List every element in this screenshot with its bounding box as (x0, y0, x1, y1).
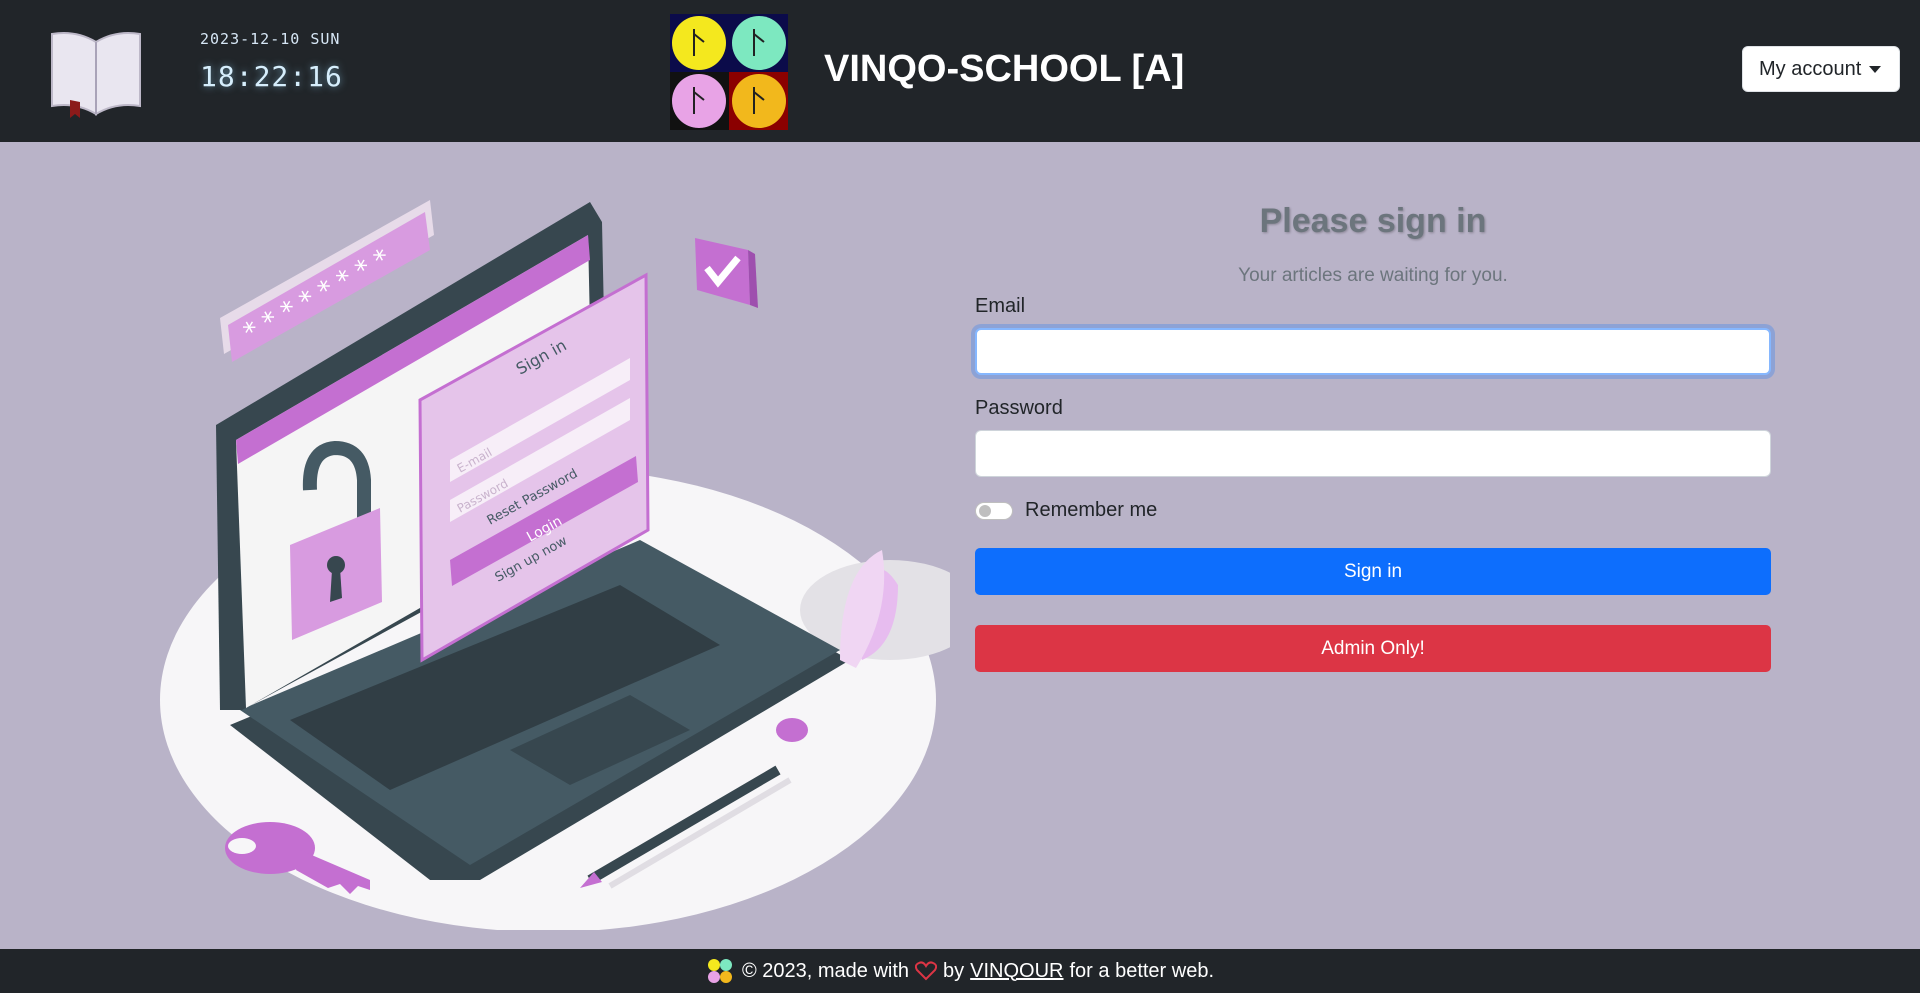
footer-author-link[interactable]: VINQOUR (970, 960, 1063, 983)
remember-me-row: Remember me (975, 499, 1771, 522)
password-input[interactable] (975, 430, 1771, 477)
login-illustration: * * * * * * * * Sign in E-mail Password … (160, 200, 950, 930)
caret-down-icon (1869, 66, 1881, 73)
footer: © 2023, made with by VINQOUR for a bette… (0, 949, 1920, 993)
email-label: Email (975, 295, 1026, 317)
password-label: Password (975, 397, 1063, 419)
footer-by: by (943, 959, 965, 982)
remember-me-toggle[interactable] (975, 501, 1013, 520)
signin-title: Please sign in (1259, 202, 1487, 240)
clock-date: 2023-12-10 SUN (200, 30, 341, 48)
signin-subtitle: Your articles are waiting for you. (1238, 265, 1508, 286)
datetime-clock: 2023-12-10 SUN 18:22:16 (200, 30, 343, 93)
heart-icon (915, 961, 938, 981)
clock-time: 18:22:16 (200, 60, 343, 93)
top-navbar: 2023-12-10 SUN 18:22:16 VINQO-SCHOOL [A]… (0, 0, 1920, 142)
admin-only-button[interactable]: Admin Only! (975, 625, 1771, 672)
signin-button[interactable]: Sign in (975, 548, 1771, 595)
signin-form: Please sign in Your articles are waiting… (975, 190, 1771, 672)
email-input[interactable] (975, 328, 1771, 375)
my-account-label: My account (1759, 57, 1862, 80)
my-account-dropdown[interactable]: My account (1742, 46, 1900, 92)
footer-tagline: for a better web. (1069, 959, 1215, 982)
vinqo-logo-icon[interactable] (670, 14, 788, 130)
site-brand-title[interactable]: VINQO-SCHOOL [A] (824, 48, 1184, 91)
footer-copyright: © 2023, made with (741, 959, 910, 982)
vinqo-mini-logo-icon (707, 959, 732, 983)
remember-me-label: Remember me (1025, 499, 1158, 521)
open-book-icon[interactable] (46, 22, 146, 122)
